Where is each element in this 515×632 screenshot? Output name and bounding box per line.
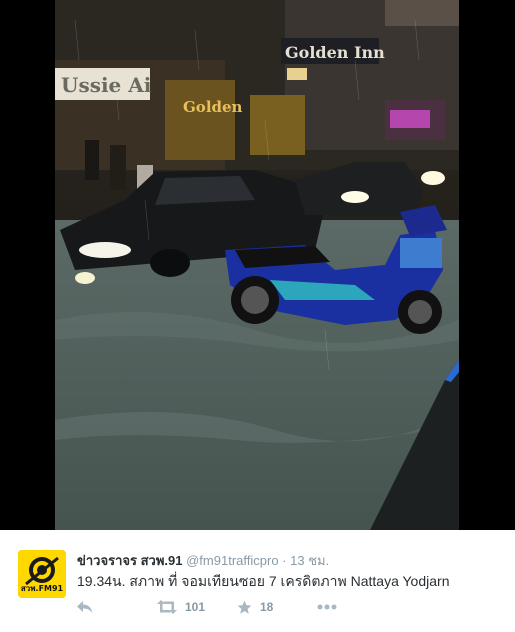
avatar[interactable]: สวพ.FM91: [18, 550, 66, 598]
favorite-button[interactable]: 18: [237, 598, 273, 616]
more-button[interactable]: [317, 598, 337, 616]
sign-golden: Golden: [183, 98, 243, 116]
tweet-text: 19.34น. สภาพ ที่ จอมเทียนซอย 7 เครดิตภาพ…: [77, 573, 450, 589]
sign-ussie: Ussie Ai: [61, 73, 152, 97]
photo-illustration: Ussie Ai Golden Inn Golden: [55, 0, 459, 530]
retweet-count: 101: [185, 600, 206, 614]
retweet-button[interactable]: 101: [157, 598, 205, 616]
more-dots-icon: [317, 604, 337, 610]
retweet-icon: [157, 600, 177, 614]
author-handle[interactable]: @fm91trafficpro: [186, 553, 278, 568]
tweet-actions: 101 18: [77, 598, 367, 616]
author-name[interactable]: ข่าวจราจร สวพ.91: [77, 553, 182, 568]
tweet-header: ข่าวจราจร สวพ.91 @fm91trafficpro · 13 ชม…: [77, 550, 329, 571]
reply-button[interactable]: [77, 598, 93, 616]
tweet-media[interactable]: Ussie Ai Golden Inn Golden: [0, 0, 515, 530]
reply-icon: [77, 601, 93, 613]
favorite-star-icon: [237, 600, 252, 614]
flooded-street-photo[interactable]: Ussie Ai Golden Inn Golden: [55, 0, 459, 530]
sign-golden-inn: Golden Inn: [285, 43, 385, 62]
header-separator: ·: [282, 553, 287, 568]
favorite-count: 18: [260, 600, 274, 614]
tweet-card: สวพ.FM91 ข่าวจราจร สวพ.91 @fm91trafficpr…: [0, 530, 515, 632]
avatar-label: สวพ.FM91: [20, 584, 64, 593]
tweet-timestamp[interactable]: 13 ชม.: [290, 553, 329, 568]
